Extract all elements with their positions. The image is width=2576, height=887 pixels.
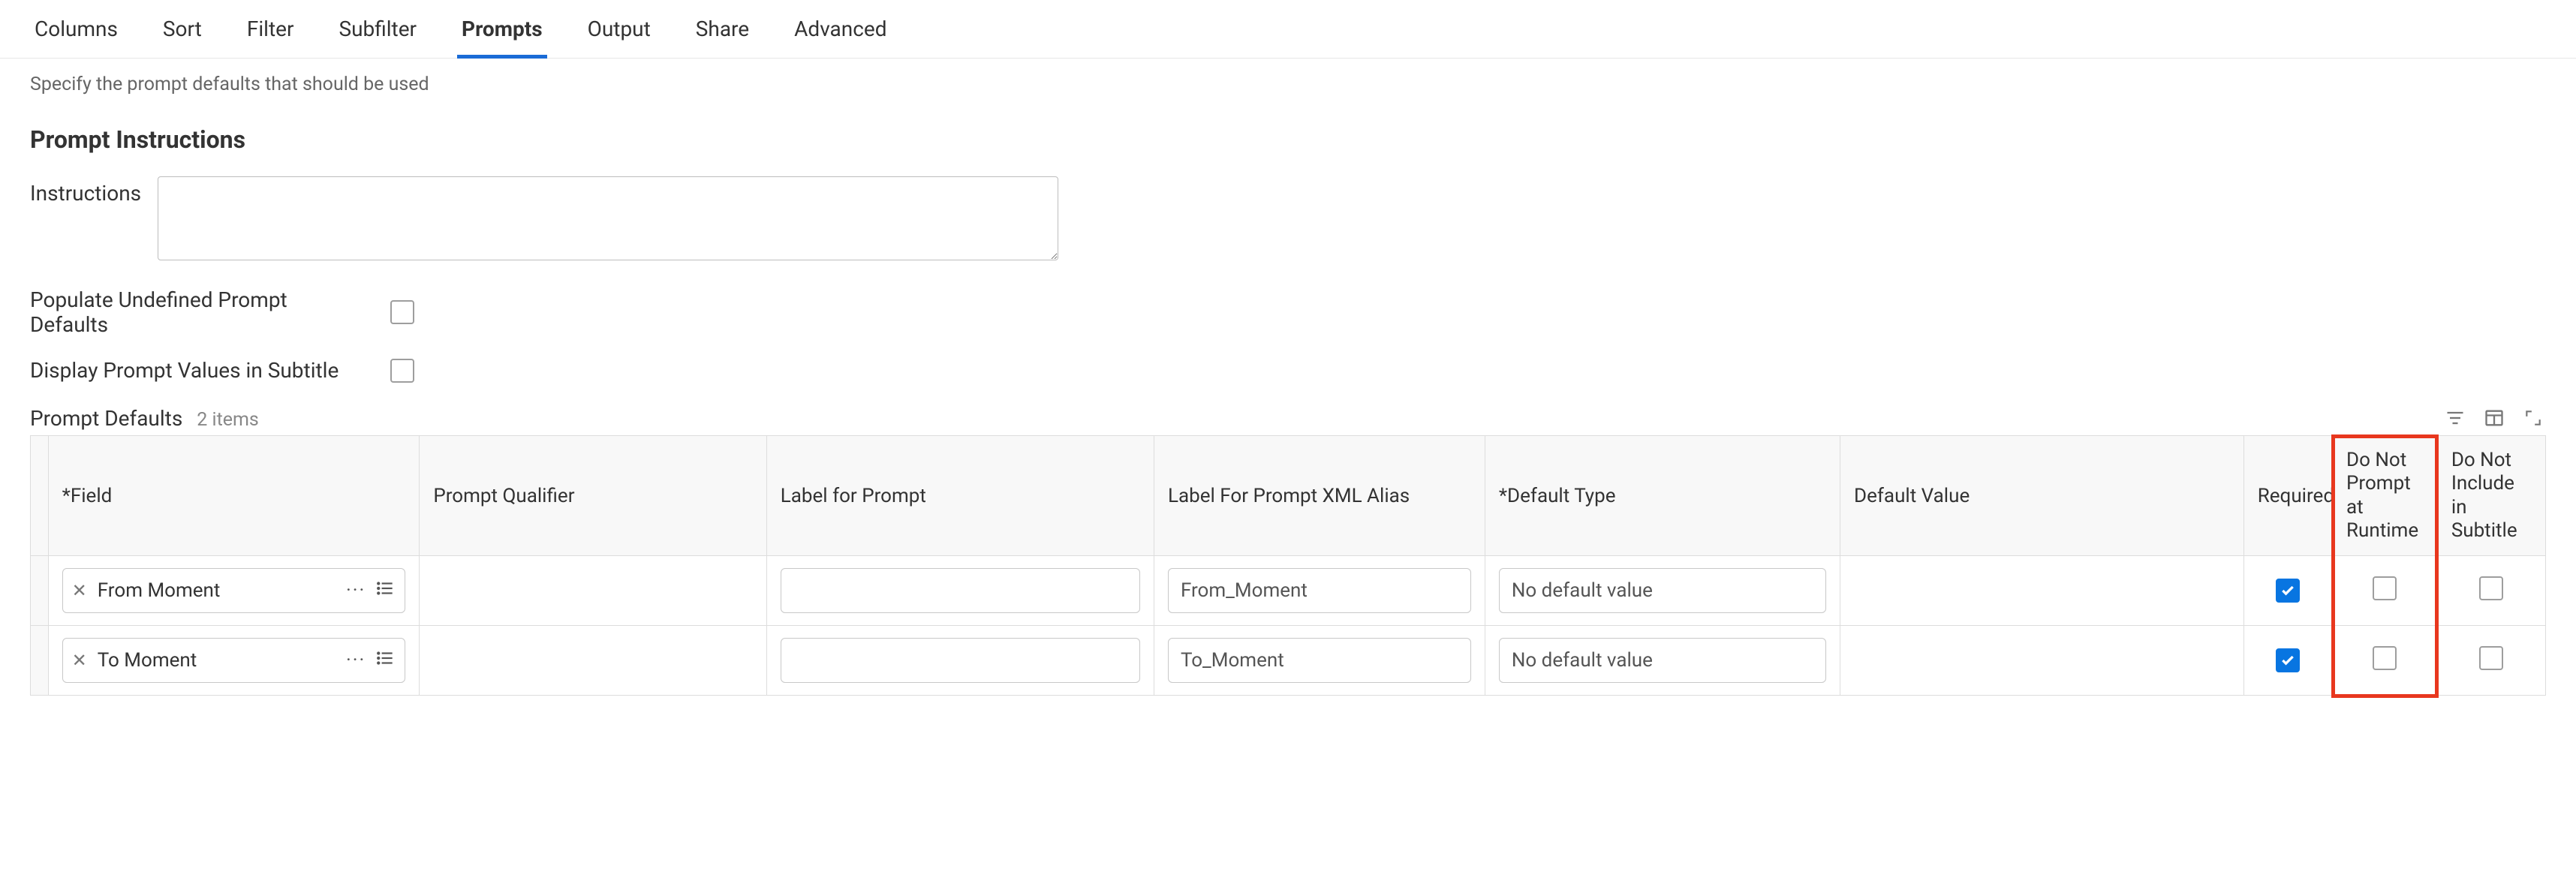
tab-filter[interactable]: Filter — [242, 0, 299, 58]
table-container: *Field Prompt Qualifier Label for Prompt… — [30, 435, 2546, 696]
header-label[interactable]: Label for Prompt — [766, 436, 1154, 556]
tab-bar: Columns Sort Filter Subfilter Prompts Ou… — [0, 0, 2576, 59]
display-subtitle-label: Display Prompt Values in Subtitle — [30, 358, 360, 383]
more-icon[interactable]: ··· — [346, 579, 366, 602]
more-icon[interactable]: ··· — [346, 649, 366, 672]
header-qualifier[interactable]: Prompt Qualifier — [420, 436, 766, 556]
tab-output[interactable]: Output — [583, 0, 655, 58]
tab-sort[interactable]: Sort — [158, 0, 206, 58]
table-count: 2 items — [197, 409, 259, 431]
tab-subfilter[interactable]: Subfilter — [334, 0, 421, 58]
default-type-input[interactable] — [1499, 568, 1826, 613]
tab-share[interactable]: Share — [691, 0, 754, 58]
populate-defaults-checkbox[interactable] — [390, 300, 414, 324]
field-chip[interactable]: ✕ From Moment ··· — [62, 568, 406, 613]
header-field[interactable]: *Field — [48, 436, 420, 556]
table-row: ✕ To Moment ··· — [31, 626, 2546, 696]
no-subtitle-checkbox[interactable] — [2479, 576, 2503, 600]
required-checkbox[interactable] — [2276, 648, 2300, 672]
required-checkbox[interactable] — [2276, 579, 2300, 603]
label-for-prompt-input[interactable] — [781, 638, 1140, 683]
row-gutter-header — [31, 436, 49, 556]
field-chip-label: To Moment — [98, 649, 336, 672]
default-type-input[interactable] — [1499, 638, 1826, 683]
tab-advanced[interactable]: Advanced — [790, 0, 891, 58]
list-icon[interactable] — [376, 579, 396, 603]
row-gutter[interactable] — [31, 556, 49, 626]
columns-icon[interactable] — [2481, 405, 2507, 431]
xml-alias-input[interactable] — [1168, 638, 1471, 683]
default-value-cell[interactable] — [1840, 626, 2244, 696]
display-subtitle-checkbox[interactable] — [390, 359, 414, 383]
list-icon[interactable] — [376, 648, 396, 673]
expand-icon[interactable] — [2520, 405, 2546, 431]
close-icon[interactable]: ✕ — [72, 580, 87, 601]
instructions-label: Instructions — [30, 176, 158, 206]
header-xml[interactable]: Label For Prompt XML Alias — [1154, 436, 1485, 556]
label-for-prompt-input[interactable] — [781, 568, 1140, 613]
close-icon[interactable]: ✕ — [72, 650, 87, 671]
field-chip-label: From Moment — [98, 579, 336, 602]
header-default-value[interactable]: Default Value — [1840, 436, 2244, 556]
header-required[interactable]: Required — [2243, 436, 2332, 556]
no-prompt-runtime-checkbox[interactable] — [2373, 646, 2397, 670]
tab-prompts[interactable]: Prompts — [457, 0, 547, 58]
qualifier-cell[interactable] — [420, 556, 766, 626]
qualifier-cell[interactable] — [420, 626, 766, 696]
header-default-type[interactable]: *Default Type — [1485, 436, 1840, 556]
populate-defaults-label: Populate Undefined Prompt Defaults — [30, 287, 360, 337]
header-no-prompt-runtime[interactable]: Do Not Prompt at Runtime — [2333, 436, 2438, 556]
default-value-cell[interactable] — [1840, 556, 2244, 626]
no-prompt-runtime-checkbox[interactable] — [2373, 576, 2397, 600]
instructions-textarea[interactable] — [158, 176, 1058, 260]
tab-columns[interactable]: Columns — [30, 0, 122, 58]
prompt-defaults-table: *Field Prompt Qualifier Label for Prompt… — [30, 435, 2546, 696]
helper-text: Specify the prompt defaults that should … — [30, 74, 2546, 95]
section-title: Prompt Instructions — [30, 125, 2546, 154]
header-no-subtitle[interactable]: Do Not Include in Subtitle — [2437, 436, 2545, 556]
no-subtitle-checkbox[interactable] — [2479, 646, 2503, 670]
table-title: Prompt Defaults — [30, 406, 182, 431]
field-chip[interactable]: ✕ To Moment ··· — [62, 638, 406, 683]
filter-icon[interactable] — [2442, 405, 2468, 431]
table-row: ✕ From Moment ··· — [31, 556, 2546, 626]
xml-alias-input[interactable] — [1168, 568, 1471, 613]
row-gutter[interactable] — [31, 626, 49, 696]
table-toolbar — [2442, 405, 2546, 431]
